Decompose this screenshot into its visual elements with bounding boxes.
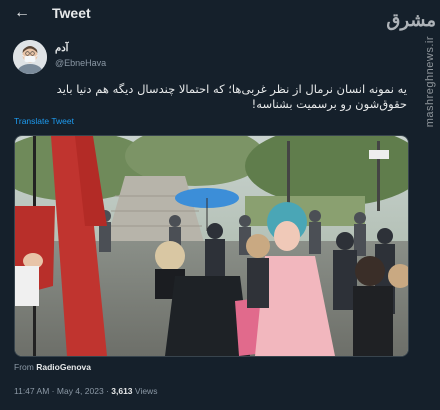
meta-separator: ·	[106, 386, 109, 396]
avatar-image	[13, 40, 47, 74]
tweet-video[interactable]	[14, 135, 409, 357]
translate-tweet-link[interactable]: Translate Tweet	[14, 116, 74, 126]
page-title: Tweet	[52, 5, 91, 21]
video-source: From RadioGenova	[14, 362, 91, 372]
top-bar: ← Tweet	[0, 0, 440, 26]
tweet-time[interactable]: 11:47 AM	[14, 386, 49, 396]
video-frame	[15, 136, 408, 356]
video-source-prefix: From	[14, 362, 34, 372]
tweet-date[interactable]: May 4, 2023	[57, 386, 104, 396]
avatar[interactable]	[13, 40, 47, 74]
author-handle[interactable]: @EbneHava	[55, 58, 106, 68]
author-name[interactable]: آدم	[55, 43, 68, 54]
video-source-name[interactable]: RadioGenova	[36, 362, 91, 372]
views-count: 3,613	[111, 386, 133, 396]
tweet-meta: 11:47 AM · May 4, 2023 · 3,613 Views	[14, 386, 157, 396]
back-arrow-icon[interactable]: ←	[12, 3, 32, 23]
meta-separator: ·	[51, 386, 55, 396]
views-label: Views	[134, 386, 158, 396]
watermark-logo: مشرق	[386, 10, 436, 31]
tweet-text: یه نمونه انسان نرمال از نظر غربی‌ها؛ که …	[56, 82, 407, 111]
watermark-site: mashreghnews.ir	[424, 36, 436, 128]
